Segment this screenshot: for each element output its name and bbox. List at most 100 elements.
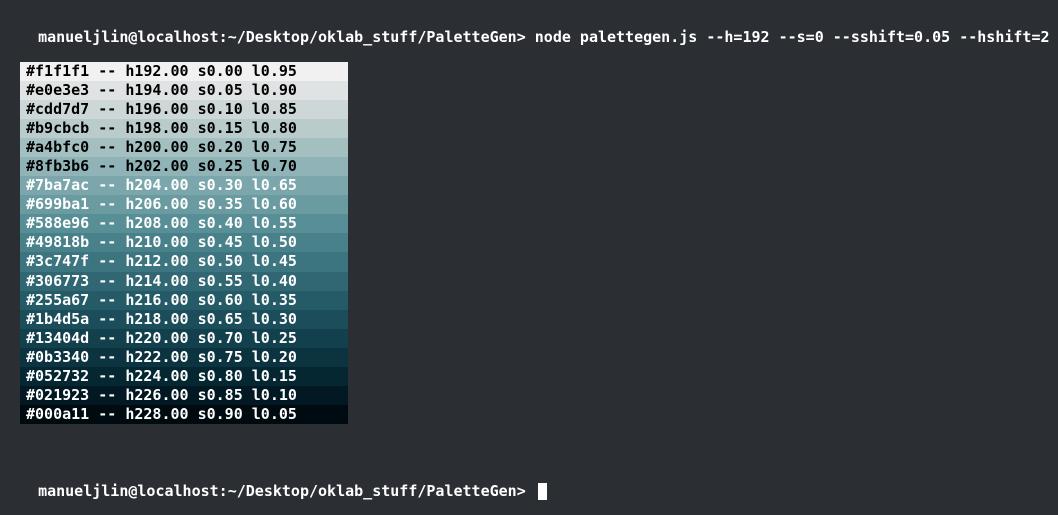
swatch-hue: h222.00: [125, 348, 188, 366]
swatch-hue: h220.00: [125, 329, 188, 347]
swatch-sat: s0.75: [198, 348, 243, 366]
swatch-hue: h202.00: [125, 157, 188, 175]
swatch-hex: #f1f1f1: [26, 62, 89, 80]
spacer: [0, 424, 1058, 464]
swatch-row: #021923 -- h226.00 s0.85 l0.10: [20, 386, 348, 405]
swatch-sat: s0.35: [198, 195, 243, 213]
swatch-hue: h208.00: [125, 214, 188, 232]
swatch-row: #f1f1f1 -- h192.00 s0.00 l0.95: [20, 62, 348, 81]
swatch-sat: s0.10: [198, 100, 243, 118]
swatch-row: #7ba7ac -- h204.00 s0.30 l0.65: [20, 176, 348, 195]
swatch-sat: s0.55: [198, 272, 243, 290]
swatch-light: l0.40: [252, 272, 297, 290]
swatch-light: l0.80: [252, 119, 297, 137]
swatch-sat: s0.25: [198, 157, 243, 175]
swatch-sat: s0.15: [198, 119, 243, 137]
prompt-text: manueljlin@localhost:~/Desktop/oklab_stu…: [38, 28, 1049, 46]
swatch-light: l0.15: [252, 367, 297, 385]
swatch-hex: #0b3340: [26, 348, 89, 366]
swatch-hex: #49818b: [26, 233, 89, 251]
swatch-hex: #699ba1: [26, 195, 89, 213]
swatch-hue: h192.00: [125, 62, 188, 80]
palette-output: #f1f1f1 -- h192.00 s0.00 l0.95#e0e3e3 --…: [0, 48, 1058, 424]
swatch-light: l0.10: [252, 386, 297, 404]
swatch-sat: s0.20: [198, 138, 243, 156]
swatch-light: l0.55: [252, 214, 297, 232]
swatch-hue: h200.00: [125, 138, 188, 156]
swatch-light: l0.25: [252, 329, 297, 347]
swatch-light: l0.60: [252, 195, 297, 213]
swatch-hue: h204.00: [125, 176, 188, 194]
swatch-hue: h228.00: [125, 405, 188, 423]
swatch-hue: h212.00: [125, 252, 188, 270]
swatch-row: #0b3340 -- h222.00 s0.75 l0.20: [20, 348, 348, 367]
swatch-row: #49818b -- h210.00 s0.45 l0.50: [20, 233, 348, 252]
swatch-hue: h226.00: [125, 386, 188, 404]
swatch-hue: h218.00: [125, 310, 188, 328]
swatch-hue: h198.00: [125, 119, 188, 137]
swatch-row: #1b4d5a -- h218.00 s0.65 l0.30: [20, 310, 348, 329]
swatch-light: l0.75: [252, 138, 297, 156]
swatch-hex: #13404d: [26, 329, 89, 347]
swatch-row: #8fb3b6 -- h202.00 s0.25 l0.70: [20, 157, 348, 176]
swatch-hex: #1b4d5a: [26, 310, 89, 328]
swatch-hex: #000a11: [26, 405, 89, 423]
swatch-row: #052732 -- h224.00 s0.80 l0.15: [20, 367, 348, 386]
swatch-hex: #588e96: [26, 214, 89, 232]
swatch-sat: s0.70: [198, 329, 243, 347]
prompt-text: manueljlin@localhost:~/Desktop/oklab_stu…: [38, 482, 535, 500]
swatch-row: #cdd7d7 -- h196.00 s0.10 l0.85: [20, 100, 348, 119]
swatch-hex: #e0e3e3: [26, 81, 89, 99]
swatch-row: #e0e3e3 -- h194.00 s0.05 l0.90: [20, 81, 348, 100]
swatch-sat: s0.85: [198, 386, 243, 404]
swatch-sat: s0.00: [198, 62, 243, 80]
swatch-light: l0.70: [252, 157, 297, 175]
swatch-row: #b9cbcb -- h198.00 s0.15 l0.80: [20, 119, 348, 138]
swatch-sat: s0.30: [198, 176, 243, 194]
swatch-row: #306773 -- h214.00 s0.55 l0.40: [20, 272, 348, 291]
swatch-light: l0.20: [252, 348, 297, 366]
swatch-light: l0.35: [252, 291, 297, 309]
swatch-sat: s0.45: [198, 233, 243, 251]
swatch-sat: s0.05: [198, 81, 243, 99]
swatch-hex: #021923: [26, 386, 89, 404]
swatch-light: l0.05: [252, 405, 297, 423]
swatch-hue: h216.00: [125, 291, 188, 309]
swatch-light: l0.45: [252, 252, 297, 270]
swatch-hex: #b9cbcb: [26, 119, 89, 137]
prompt-line-1: manueljlin@localhost:~/Desktop/oklab_stu…: [0, 10, 1058, 48]
cursor-icon: [538, 483, 547, 500]
swatch-hue: h206.00: [125, 195, 188, 213]
swatch-sat: s0.40: [198, 214, 243, 232]
swatch-hex: #8fb3b6: [26, 157, 89, 175]
swatch-hue: h214.00: [125, 272, 188, 290]
swatch-light: l0.85: [252, 100, 297, 118]
prompt-line-2[interactable]: manueljlin@localhost:~/Desktop/oklab_stu…: [0, 464, 1058, 502]
swatch-hex: #052732: [26, 367, 89, 385]
swatch-light: l0.95: [252, 62, 297, 80]
swatch-sat: s0.50: [198, 252, 243, 270]
swatch-light: l0.30: [252, 310, 297, 328]
swatch-sat: s0.80: [198, 367, 243, 385]
swatch-row: #3c747f -- h212.00 s0.50 l0.45: [20, 252, 348, 271]
swatch-hex: #3c747f: [26, 252, 89, 270]
swatch-hue: h224.00: [125, 367, 188, 385]
swatch-hex: #255a67: [26, 291, 89, 309]
swatch-hex: #a4bfc0: [26, 138, 89, 156]
swatch-row: #588e96 -- h208.00 s0.40 l0.55: [20, 214, 348, 233]
swatch-light: l0.90: [252, 81, 297, 99]
swatch-hue: h210.00: [125, 233, 188, 251]
swatch-row: #699ba1 -- h206.00 s0.35 l0.60: [20, 195, 348, 214]
swatch-sat: s0.90: [198, 405, 243, 423]
swatch-hue: h194.00: [125, 81, 188, 99]
swatch-hex: #cdd7d7: [26, 100, 89, 118]
swatch-light: l0.65: [252, 176, 297, 194]
swatch-row: #255a67 -- h216.00 s0.60 l0.35: [20, 291, 348, 310]
swatch-hex: #7ba7ac: [26, 176, 89, 194]
swatch-sat: s0.60: [198, 291, 243, 309]
swatch-hex: #306773: [26, 272, 89, 290]
swatch-light: l0.50: [252, 233, 297, 251]
swatch-row: #000a11 -- h228.00 s0.90 l0.05: [20, 405, 348, 424]
swatch-sat: s0.65: [198, 310, 243, 328]
swatch-hue: h196.00: [125, 100, 188, 118]
